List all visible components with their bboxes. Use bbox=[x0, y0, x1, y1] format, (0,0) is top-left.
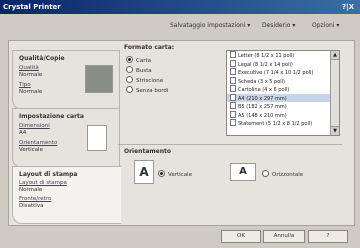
radio-label: Orizzontale bbox=[272, 172, 304, 178]
printer-thumbnail bbox=[85, 65, 113, 93]
page-icon bbox=[230, 119, 236, 126]
list-item[interactable]: Scheda (3 x 5 poll) bbox=[227, 76, 339, 86]
page-icon bbox=[230, 59, 236, 67]
quality-title: Qualità/Copie bbox=[19, 55, 65, 62]
duplex-link[interactable]: Fronte/retro bbox=[19, 196, 51, 202]
radio-label: Busta bbox=[136, 68, 152, 74]
list-item[interactable]: B5 (182 x 257 mm) bbox=[227, 102, 339, 111]
layout-card[interactable]: Layout di stampa Layout di stampa Normal… bbox=[12, 166, 121, 224]
list-item-label: A4 (210 x 297 mm) bbox=[238, 95, 287, 102]
list-item-label: Letter (8 1/2 x 11 poll) bbox=[238, 53, 295, 59]
list-item[interactable]: Cartolina (4 x 6 poll) bbox=[227, 85, 339, 94]
list-item-label: Statement (5 1/2 x 8 1/2 poll) bbox=[238, 121, 313, 127]
size-value: A4 bbox=[19, 130, 27, 136]
landscape-icon: A bbox=[230, 163, 256, 181]
settings-menu[interactable]: Salvataggio impostazioni ▾ bbox=[170, 22, 250, 29]
title-bar-buttons[interactable]: ?|X bbox=[342, 0, 354, 14]
paper-card[interactable]: Impostazione carta Dimensioni A4 Orienta… bbox=[12, 108, 120, 168]
content-panel: Formato carta: Carta Busta Striscione Se… bbox=[118, 44, 350, 220]
radio-busta[interactable]: Busta bbox=[126, 66, 152, 74]
paper-format-title: Formato carta: bbox=[124, 44, 175, 51]
duplex-value: Disattiva bbox=[19, 203, 44, 209]
orientation-title: Orientamento bbox=[124, 148, 171, 155]
menu-row: Salvataggio impostazioni ▾ Desiderio ▾ O… bbox=[0, 16, 360, 38]
paper-size-list[interactable]: Letter (8 1/2 x 11 poll) Legal (8 1/2 x … bbox=[226, 50, 340, 136]
page-icon bbox=[230, 102, 236, 109]
quality-card[interactable]: Qualità/Copie Qualità Normale Tipo Norma… bbox=[12, 50, 120, 110]
layout-title: Layout di stampa bbox=[19, 171, 78, 178]
options-menu[interactable]: Opzioni ▾ bbox=[312, 22, 339, 29]
radio-senza-bordi[interactable]: Senza bordi bbox=[126, 86, 168, 94]
cancel-button[interactable]: Annulla bbox=[263, 230, 305, 243]
quality-link[interactable]: Qualità bbox=[19, 65, 39, 71]
scroll-down-icon[interactable]: ▼ bbox=[331, 126, 339, 135]
list-item-label: Legal (8 1/2 x 14 poll) bbox=[238, 61, 293, 68]
orientation-value: Verticale bbox=[19, 147, 43, 153]
page-icon bbox=[230, 93, 236, 101]
page-icon bbox=[230, 76, 236, 84]
window-title: Crystal Printer bbox=[3, 3, 61, 11]
radio-selected-icon bbox=[126, 56, 133, 63]
radio-icon bbox=[126, 76, 133, 83]
ok-button[interactable]: OK bbox=[221, 230, 261, 243]
printer-dialog: Crystal Printer ?|X Salvataggio impostaz… bbox=[0, 0, 360, 248]
sidebar: Qualità/Copie Qualità Normale Tipo Norma… bbox=[8, 40, 121, 224]
radio-landscape[interactable]: Orizzontale bbox=[262, 170, 303, 178]
button-bar: OK Annulla ? bbox=[0, 226, 360, 248]
section-divider bbox=[118, 144, 342, 145]
defaults-menu[interactable]: Desiderio ▾ bbox=[262, 22, 295, 29]
list-item-label: B5 (182 x 257 mm) bbox=[238, 104, 287, 110]
radio-carta[interactable]: Carta bbox=[126, 56, 151, 64]
layout-value: Normale bbox=[19, 187, 43, 193]
help-button[interactable]: ? bbox=[308, 230, 348, 243]
list-item-label: Cartolina (4 x 6 poll) bbox=[238, 87, 290, 93]
list-item[interactable]: A5 (148 x 210 mm) bbox=[227, 110, 339, 120]
list-item[interactable]: Statement (5 1/2 x 8 1/2 poll) bbox=[227, 119, 339, 128]
list-item-label: A5 (148 x 210 mm) bbox=[238, 112, 287, 119]
list-item[interactable]: Letter (8 1/2 x 11 poll) bbox=[227, 51, 339, 60]
radio-icon bbox=[262, 170, 269, 177]
radio-label: Senza bordi bbox=[136, 88, 169, 94]
list-item[interactable]: Executive (7 1/4 x 10 1/2 poll) bbox=[227, 68, 339, 77]
radio-portrait[interactable]: Verticale bbox=[158, 170, 192, 178]
list-item[interactable]: Legal (8 1/2 x 14 poll) bbox=[227, 59, 339, 69]
radio-striscione[interactable]: Striscione bbox=[126, 76, 163, 84]
page-icon bbox=[230, 85, 236, 92]
page-icon bbox=[230, 51, 236, 58]
portrait-icon: A bbox=[134, 160, 154, 184]
list-item-label: Executive (7 1/4 x 10 1/2 poll) bbox=[238, 70, 314, 76]
radio-label: Striscione bbox=[136, 78, 164, 84]
radio-icon bbox=[126, 86, 133, 93]
layout-link[interactable]: Layout di stampa bbox=[19, 180, 67, 186]
paper-title: Impostazione carta bbox=[19, 113, 84, 120]
list-scrollbar[interactable]: ▲ ▼ bbox=[330, 51, 339, 135]
title-bar: Crystal Printer ?|X bbox=[0, 0, 360, 14]
paper-thumbnail bbox=[87, 125, 107, 151]
orientation-link[interactable]: Orientamento bbox=[19, 140, 57, 146]
quality-value: Normale bbox=[19, 72, 43, 78]
page-icon bbox=[230, 110, 236, 118]
list-item-selected[interactable]: A4 (210 x 297 mm) bbox=[227, 93, 339, 102]
type-link[interactable]: Tipo bbox=[19, 82, 31, 88]
scroll-up-icon[interactable]: ▲ bbox=[331, 51, 339, 60]
size-link[interactable]: Dimensioni bbox=[19, 123, 50, 129]
type-value: Normale bbox=[19, 89, 43, 95]
radio-icon bbox=[126, 66, 133, 73]
list-item-label: Scheda (3 x 5 poll) bbox=[238, 78, 285, 85]
radio-selected-icon bbox=[158, 170, 165, 177]
page-icon bbox=[230, 68, 236, 75]
radio-label: Verticale bbox=[168, 172, 192, 178]
radio-label: Carta bbox=[136, 58, 151, 64]
